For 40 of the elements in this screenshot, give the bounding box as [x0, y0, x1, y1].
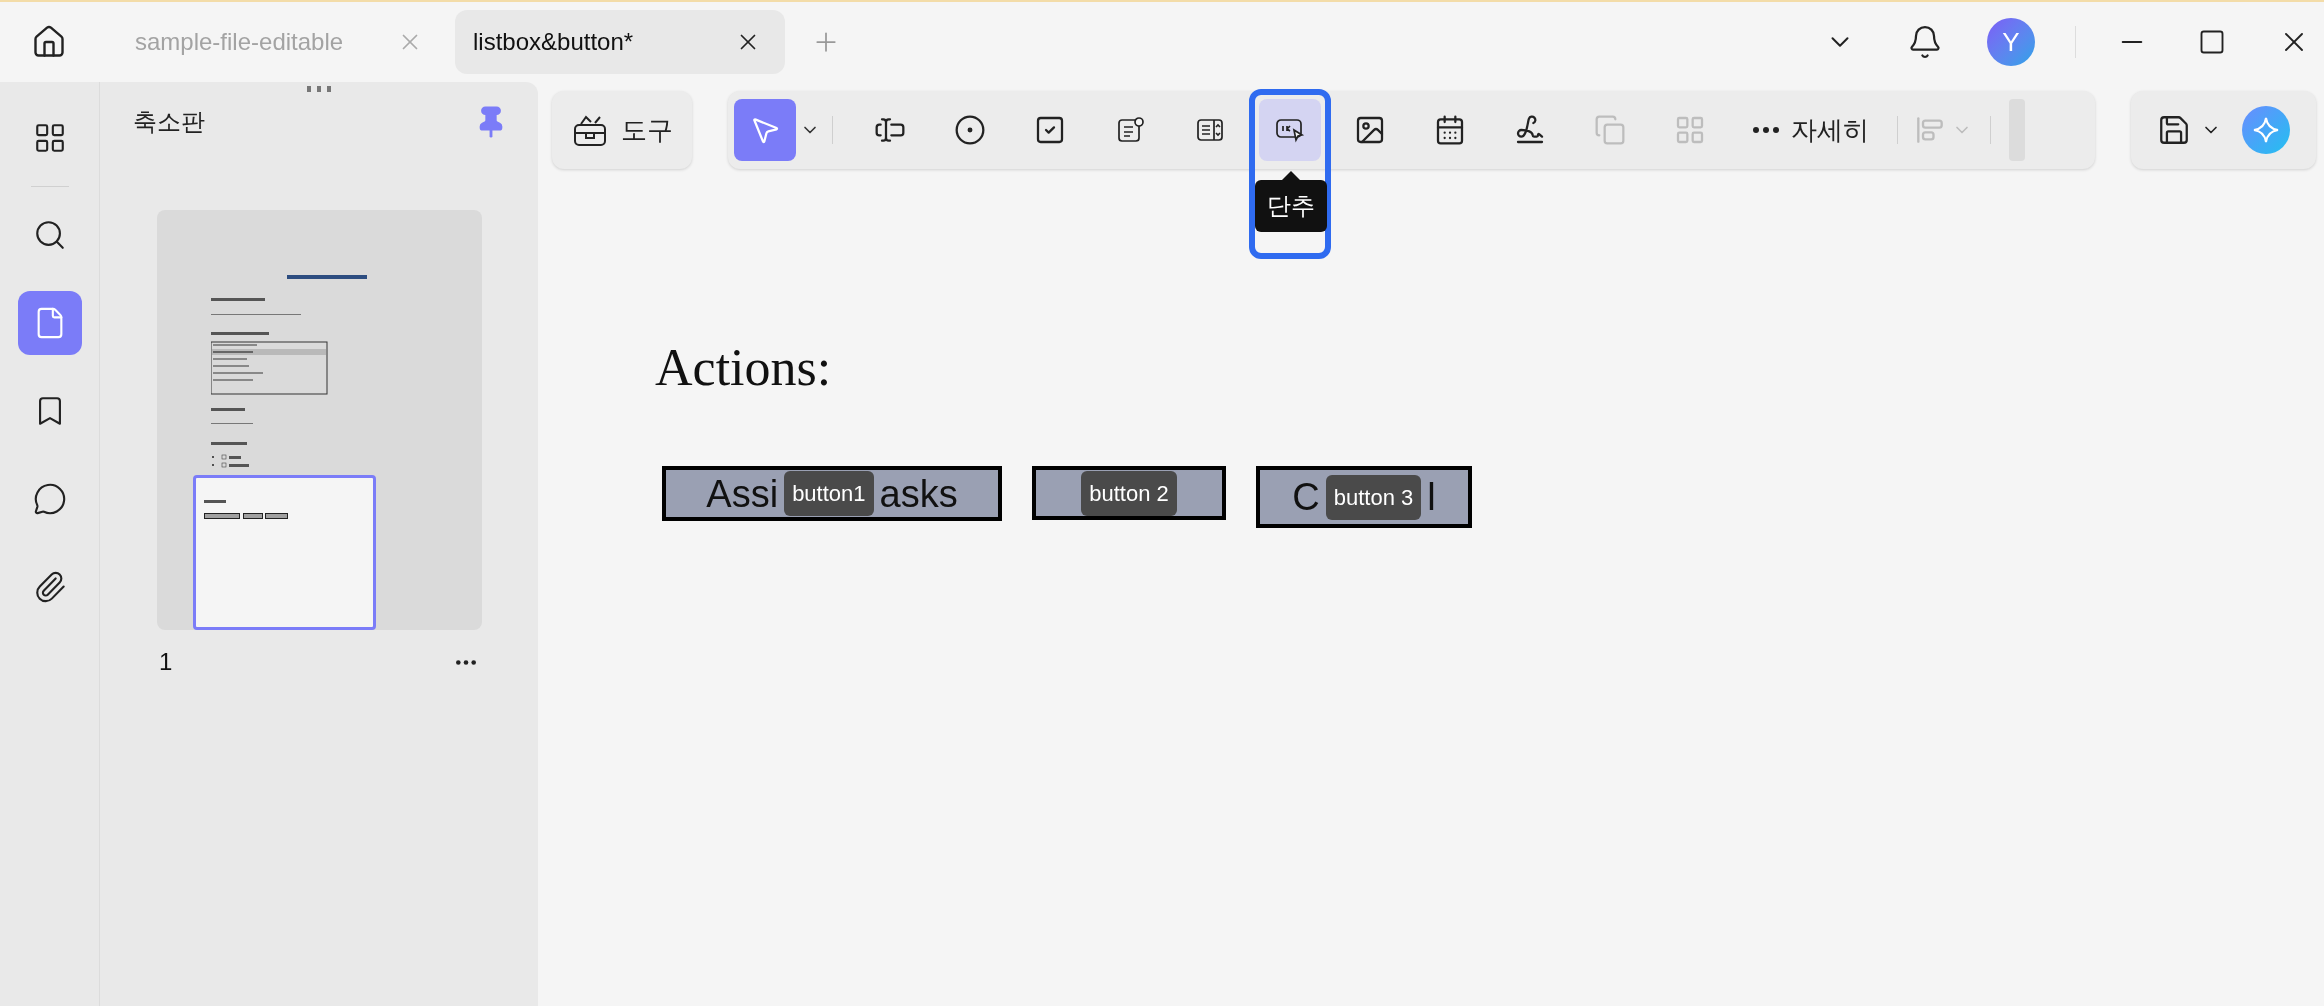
radio-icon — [954, 114, 986, 146]
tools-button[interactable]: 도구 — [552, 91, 692, 169]
button-tool[interactable] — [1259, 99, 1321, 161]
checkbox-icon — [1034, 114, 1066, 146]
button-caption: l — [1427, 478, 1436, 516]
tooltip: 단추 — [1255, 171, 1327, 232]
copy-icon — [1594, 114, 1626, 146]
more-icon — [1753, 127, 1779, 133]
button-caption: Assi — [706, 474, 779, 513]
tab-label: sample-file-editable — [135, 27, 344, 57]
maximize-icon[interactable] — [2198, 28, 2226, 56]
form-button-field[interactable]: button 2 — [1032, 466, 1226, 520]
page-number: 1 — [159, 647, 173, 677]
save-icon[interactable] — [2157, 113, 2191, 147]
more-icon[interactable] — [456, 659, 476, 665]
field-name-label: button 3 — [1325, 474, 1422, 520]
document-icon — [1115, 115, 1145, 145]
align-left-icon — [1916, 116, 1944, 144]
panel-title: 축소판 — [133, 107, 205, 137]
field-name-label: button 2 — [1081, 470, 1177, 516]
avatar[interactable]: Y — [1987, 18, 2035, 66]
assistant-icon[interactable] — [2241, 105, 2291, 155]
speech-bubble-icon — [32, 482, 67, 516]
button-caption: asks — [879, 474, 958, 513]
drag-handle-icon[interactable] — [307, 86, 331, 92]
form-button-field[interactable]: Assi button1 asks — [662, 466, 1002, 521]
grid-icon — [1674, 114, 1706, 146]
bell-icon[interactable] — [1907, 24, 1943, 60]
image-icon — [1354, 114, 1386, 146]
section-heading: Actions: — [655, 342, 833, 394]
signature-icon — [1514, 114, 1546, 146]
form-button-field[interactable]: C button 3 l — [1256, 466, 1472, 528]
page-thumbnail[interactable] — [157, 210, 482, 630]
tab-label: listbox&button* — [473, 27, 634, 57]
more-button[interactable]: 자세히 — [1753, 110, 1869, 150]
home-icon[interactable] — [31, 24, 67, 60]
document-tab[interactable]: listbox&button* — [455, 10, 785, 74]
field-name-label: button1 — [784, 471, 874, 516]
calendar-icon — [1434, 114, 1466, 146]
button-caption: C — [1292, 478, 1320, 516]
